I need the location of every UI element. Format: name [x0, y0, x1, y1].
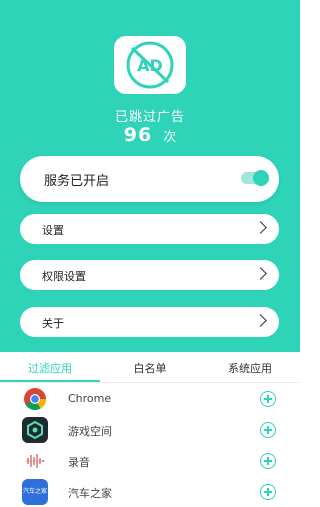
chevron-right-icon	[254, 314, 267, 327]
app-row: 游戏空间	[0, 415, 300, 445]
settings-menu-item[interactable]: 设置	[20, 214, 279, 244]
chevron-right-icon	[254, 221, 267, 234]
ad-block-icon: AD	[126, 41, 174, 89]
ad-block-logo: AD	[114, 36, 186, 94]
toggle-knob	[253, 170, 269, 186]
chrome-icon	[22, 386, 48, 412]
logo-text: AD	[137, 56, 163, 75]
autohome-icon: 汽车之家	[22, 479, 48, 505]
game-space-icon	[22, 417, 48, 443]
menu-item-label: 关于	[42, 317, 64, 330]
app-row: 汽车之家 汽车之家	[0, 477, 300, 507]
app-name: Chrome	[68, 392, 112, 405]
tab-whitelist[interactable]: 白名单	[100, 360, 200, 376]
chevron-right-icon	[254, 267, 267, 280]
app-name: 汽车之家	[68, 487, 112, 500]
recorder-icon	[22, 448, 48, 474]
tab-filter-apps[interactable]: 过滤应用	[0, 360, 100, 376]
app-filter-tabs: 过滤应用 白名单 系统应用	[0, 352, 300, 383]
app-name: 录音	[68, 456, 90, 469]
ads-skipped-count: 96 次	[0, 124, 300, 146]
add-icon[interactable]	[260, 391, 276, 407]
add-icon[interactable]	[260, 422, 276, 438]
about-menu-item[interactable]: 关于	[20, 307, 279, 337]
header-panel: AD 已跳过广告 96 次 服务已开启 设置 权限设置 关于	[0, 0, 300, 352]
service-toggle[interactable]	[241, 170, 269, 186]
tab-system-apps[interactable]: 系统应用	[200, 360, 300, 376]
active-tab-indicator	[0, 380, 100, 382]
count-unit: 次	[163, 130, 177, 145]
menu-item-label: 设置	[42, 224, 64, 237]
service-status-label: 服务已开启	[44, 174, 110, 189]
count-number: 96	[123, 124, 153, 146]
menu-item-label: 权限设置	[42, 270, 86, 283]
ads-skipped-label: 已跳过广告	[114, 110, 185, 125]
app-row: 录音	[0, 446, 300, 476]
service-status-card: 服务已开启	[20, 156, 279, 202]
add-icon[interactable]	[260, 484, 276, 500]
add-icon[interactable]	[260, 453, 276, 469]
app-name: 游戏空间	[68, 425, 112, 438]
app-row: Chrome	[0, 384, 300, 414]
permission-settings-menu-item[interactable]: 权限设置	[20, 260, 279, 290]
